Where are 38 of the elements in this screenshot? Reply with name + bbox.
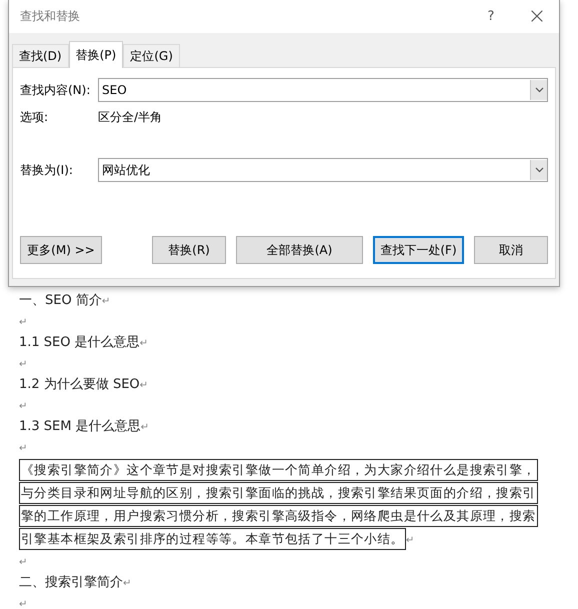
dialog-button[interactable]: 查找下一处(F) — [373, 236, 464, 264]
heading-text: 1.2 为什么要做 SEO — [19, 377, 140, 392]
paragraph-mark: ↵ — [123, 578, 132, 589]
options-value: 区分全/半角 — [98, 109, 162, 126]
heading-text: 一、SEO 简介 — [19, 293, 102, 308]
paragraph-mark: ↵ — [140, 338, 148, 349]
field-label: 查找内容(N): — [20, 82, 92, 98]
tab[interactable]: 替换(P) — [68, 41, 124, 68]
options-label: 选项: — [20, 109, 50, 126]
dropdown-button[interactable] — [530, 80, 547, 100]
tab[interactable]: 定位(G) — [123, 44, 180, 67]
heading-text: 二、搜索引擎简介 — [19, 575, 123, 590]
paragraph-mark: ↵ — [19, 317, 28, 328]
close-button[interactable]: × — [525, 4, 549, 29]
paragraph-mark: ↵ — [19, 599, 28, 609]
dropdown-button[interactable] — [530, 160, 547, 180]
dialog-button[interactable]: 替换(R) — [152, 236, 226, 264]
paragraph-mark: ↵ — [19, 443, 28, 454]
chevron-down-icon — [534, 87, 544, 93]
tab[interactable]: 查找(D) — [12, 44, 69, 67]
field-label: 替换为(I): — [20, 162, 74, 178]
paragraph-mark: ↵ — [19, 557, 28, 568]
paragraph-mark: ↵ — [19, 359, 28, 370]
help-button[interactable]: ? — [481, 9, 501, 24]
paragraph-mark: ↵ — [19, 401, 28, 412]
paragraph-mark: ↵ — [406, 535, 414, 546]
paragraph-mark: ↵ — [102, 296, 110, 307]
heading-text: 1.1 SEO 是什么意思 — [19, 335, 140, 350]
replace-field[interactable]: 网站优化 — [98, 158, 548, 182]
dialog-button[interactable]: 取消 — [474, 236, 548, 264]
dialog-button[interactable]: 全部替换(A) — [236, 236, 363, 264]
chevron-down-icon — [534, 167, 544, 173]
more-button[interactable]: 更多(M) >> — [20, 236, 102, 264]
paragraph-mark: ↵ — [140, 422, 150, 433]
paragraph-mark: ↵ — [140, 380, 148, 391]
find-field[interactable]: SEO — [98, 78, 548, 102]
heading-text: 1.3 SEM 是什么意思 — [19, 419, 141, 434]
window-title: 查找和替换 — [20, 8, 81, 25]
